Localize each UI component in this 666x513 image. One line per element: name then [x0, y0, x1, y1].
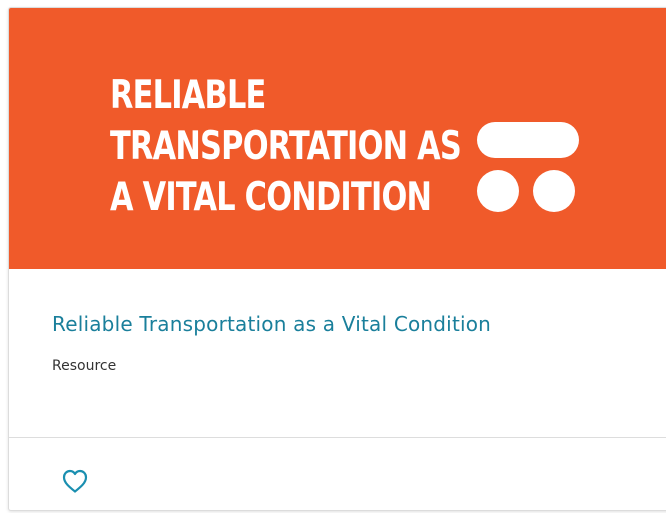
- card-banner-image[interactable]: Reliable Transportation as a Vital Condi…: [9, 8, 666, 269]
- resource-card[interactable]: Reliable Transportation as a Vital Condi…: [8, 7, 666, 511]
- favorite-button[interactable]: [61, 468, 89, 494]
- banner-line-1: Reliable: [110, 73, 266, 118]
- banner-line-3: a Vital Condition: [110, 175, 432, 220]
- card-footer: [9, 438, 666, 510]
- stacked-shapes-logo-icon: [477, 122, 579, 212]
- heart-outline-icon: [62, 469, 88, 493]
- resource-type-label: Resource: [52, 358, 117, 374]
- card-body: Reliable Transportation as a Vital Condi…: [9, 269, 666, 437]
- card-title-link[interactable]: Reliable Transportation as a Vital Condi…: [52, 312, 491, 336]
- banner-text: Reliable Transportation as a Vital Condi…: [110, 70, 462, 223]
- banner-line-2: Transportation as: [110, 124, 462, 169]
